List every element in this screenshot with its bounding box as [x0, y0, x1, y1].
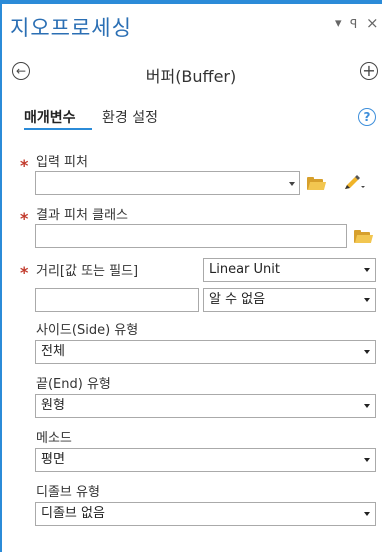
- pin-icon[interactable]: ꟼ: [350, 17, 357, 31]
- browse-folder-icon[interactable]: [354, 230, 374, 243]
- chevron-down-icon: [364, 404, 370, 408]
- required-marker: *: [20, 263, 29, 282]
- close-icon[interactable]: ×: [366, 14, 379, 32]
- chevron-down-icon: [364, 458, 370, 462]
- input-features-field[interactable]: [35, 171, 300, 195]
- browse-folder-icon[interactable]: [307, 177, 327, 190]
- end-type-label: 끝(End) 유형: [36, 377, 111, 392]
- chevron-down-icon: [364, 512, 370, 516]
- side-type-label: 사이드(Side) 유형: [36, 323, 139, 338]
- distance-value-field[interactable]: [35, 288, 199, 312]
- plus-icon: +: [362, 61, 376, 80]
- pane-options-icon[interactable]: ▾: [335, 16, 342, 31]
- required-marker: *: [20, 156, 29, 175]
- output-class-field[interactable]: [35, 224, 347, 248]
- method-value: 평면: [41, 452, 65, 467]
- input-features-label: 입력 피처: [36, 155, 88, 170]
- pane-top-accent: [0, 0, 382, 4]
- distance-unit-select[interactable]: 알 수 없음: [203, 288, 376, 312]
- side-type-value: 전체: [41, 344, 65, 359]
- distance-label: 거리[값 또는 필드]: [36, 264, 139, 279]
- pencil-icon[interactable]: [343, 175, 365, 191]
- dissolve-type-select[interactable]: 디졸브 없음: [35, 502, 376, 526]
- dissolve-type-label: 디졸브 유형: [36, 485, 100, 500]
- end-type-select[interactable]: 원형: [35, 394, 376, 418]
- help-icon-glyph: ?: [363, 110, 371, 124]
- output-class-label: 결과 피처 클래스: [36, 208, 128, 223]
- distance-unit-value: 알 수 없음: [209, 292, 266, 307]
- required-marker: *: [20, 209, 29, 228]
- tab-environments[interactable]: 환경 설정: [102, 107, 158, 127]
- end-type-value: 원형: [41, 398, 65, 413]
- distance-type-value: Linear Unit: [209, 262, 280, 277]
- side-type-select[interactable]: 전체: [35, 340, 376, 364]
- add-to-favorites-button[interactable]: +: [360, 62, 378, 80]
- method-label: 메소드: [36, 431, 72, 446]
- input-features-dropdown-caret[interactable]: [289, 182, 295, 186]
- distance-type-select[interactable]: Linear Unit: [203, 258, 376, 282]
- chevron-down-icon: [364, 268, 370, 272]
- help-icon[interactable]: ?: [358, 108, 376, 126]
- chevron-down-icon: [364, 350, 370, 354]
- chevron-down-icon: [364, 298, 370, 302]
- active-tab-indicator: [24, 128, 92, 130]
- dissolve-type-value: 디졸브 없음: [41, 506, 105, 521]
- pane-title: 지오프로세싱: [10, 16, 132, 40]
- method-select[interactable]: 평면: [35, 448, 376, 472]
- tool-title: 버퍼(Buffer): [145, 67, 237, 86]
- tab-parameters[interactable]: 매개변수: [24, 107, 76, 127]
